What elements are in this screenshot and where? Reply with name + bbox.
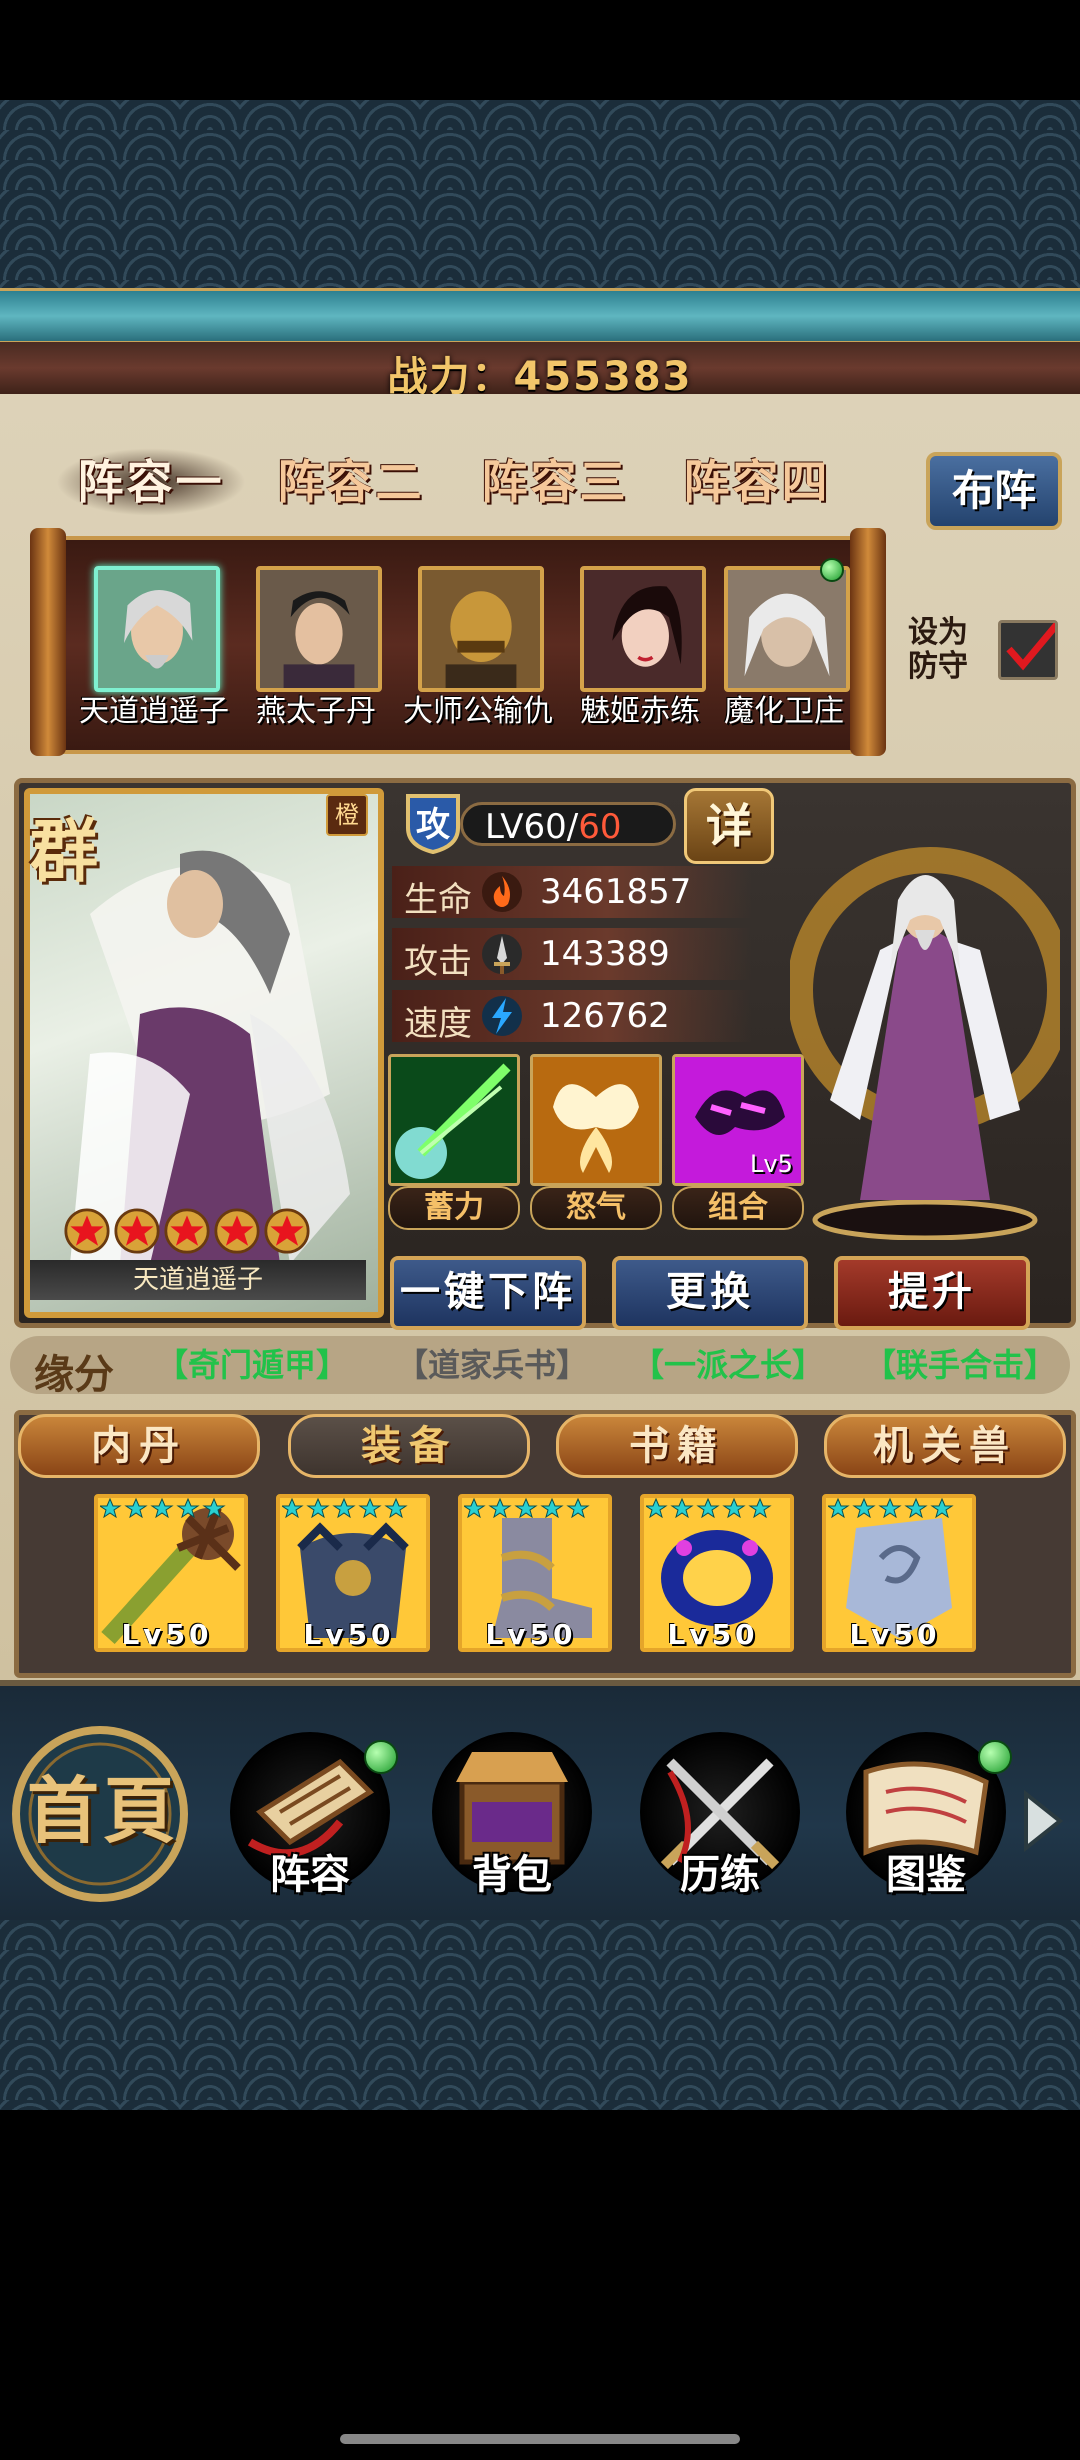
top-wave-background xyxy=(0,100,1080,290)
sword-icon xyxy=(482,934,522,974)
hero-card-name: 天道逍遥子 xyxy=(30,1260,366,1300)
skill-label-rage: 怒气 xyxy=(530,1186,662,1230)
star-icon xyxy=(264,1208,310,1254)
equip-stars-icon xyxy=(828,1498,954,1518)
tab-lineup-4[interactable]: 阵容四 xyxy=(662,448,852,516)
stat-value-attack: 143389 xyxy=(540,934,670,974)
equip-stars-icon xyxy=(464,1498,590,1518)
tab-mechanical-beast[interactable]: 机关兽 xyxy=(824,1414,1066,1478)
equip-level-5: Lv50 xyxy=(849,1618,941,1651)
roster-portrait-1[interactable] xyxy=(94,566,220,692)
skill-charge-icon[interactable] xyxy=(388,1054,520,1186)
star-icon xyxy=(64,1208,110,1254)
stat-label-speed: 速度 xyxy=(404,1004,472,1044)
checkmark-icon xyxy=(1006,614,1066,671)
skill-combo-level: Lv5 xyxy=(750,1150,793,1178)
lightning-icon xyxy=(482,996,522,1036)
tab-equipment[interactable]: 装备 xyxy=(288,1414,530,1478)
bond-item-4[interactable]: 【联手合击】 xyxy=(864,1340,1056,1386)
bond-item-2[interactable]: 【道家兵书】 xyxy=(396,1340,588,1386)
replace-button[interactable]: 更换 xyxy=(612,1256,808,1330)
tab-books[interactable]: 书籍 xyxy=(556,1414,798,1478)
roster-name-4: 魅姬赤练 xyxy=(580,694,700,729)
home-indicator[interactable] xyxy=(340,2434,740,2444)
bond-item-1[interactable]: 【奇门遁甲】 xyxy=(156,1340,348,1386)
chevron-right-icon[interactable] xyxy=(1020,1788,1066,1854)
roster-name-1: 天道逍遥子 xyxy=(79,694,229,729)
equip-stars-icon xyxy=(100,1498,226,1518)
stat-label-attack: 攻击 xyxy=(404,942,472,982)
set-defense-label: 设为防守 xyxy=(908,615,968,684)
tab-lineup-2[interactable]: 阵容二 xyxy=(256,448,446,516)
flame-icon xyxy=(482,872,522,912)
equip-stars-icon xyxy=(646,1498,772,1518)
roster-portrait-4[interactable] xyxy=(580,566,706,692)
skill-label-combo: 组合 xyxy=(672,1186,804,1230)
nav-training-label: 历练 xyxy=(680,1851,760,1898)
roster-name-3: 大师公输仇 xyxy=(403,694,553,729)
tab-lineup-1[interactable]: 阵容一 xyxy=(56,448,246,516)
equip-stars-icon xyxy=(282,1498,408,1518)
nav-lineup-notification-dot xyxy=(364,1740,398,1774)
unequip-all-button[interactable]: 一键下阵 xyxy=(390,1256,586,1330)
upgrade-button[interactable]: 提升 xyxy=(834,1256,1030,1330)
star-icon xyxy=(164,1208,210,1254)
hero-level: LV60/60 xyxy=(460,802,676,847)
hero-rarity-badge: 橙 xyxy=(326,794,368,836)
skill-label-charge: 蓄力 xyxy=(388,1186,520,1230)
bond-label: 缘分 xyxy=(34,1351,114,1398)
tab-inner-core[interactable]: 内丹 xyxy=(18,1414,260,1478)
stat-label-hp: 生命 xyxy=(404,880,472,920)
roster-portrait-5[interactable] xyxy=(724,566,850,692)
hero-faction: 群 xyxy=(30,812,99,892)
attack-role-badge-text: 攻 xyxy=(416,805,451,845)
equip-level-4: Lv50 xyxy=(667,1618,759,1651)
nav-backpack-label: 背包 xyxy=(472,1851,552,1898)
stat-value-hp: 3461857 xyxy=(540,872,692,912)
star-icon xyxy=(214,1208,260,1254)
hero-model xyxy=(790,847,1060,1240)
hero-level-current: LV60/ xyxy=(485,807,579,847)
star-icon xyxy=(114,1208,160,1254)
scroll-rod-left xyxy=(30,528,66,756)
home-label: 首頁 xyxy=(26,1768,179,1853)
stat-value-speed: 126762 xyxy=(540,996,670,1036)
nav-codex-notification-dot xyxy=(978,1740,1012,1774)
bottom-wave-background xyxy=(0,1920,1080,2110)
new-notification-dot xyxy=(820,558,844,582)
formation-button[interactable]: 布阵 xyxy=(926,452,1062,530)
tab-lineup-3[interactable]: 阵容三 xyxy=(460,448,650,516)
teal-banner xyxy=(0,288,1080,344)
nav-lineup-label: 阵容 xyxy=(270,1851,350,1898)
nav-codex-label: 图鉴 xyxy=(886,1851,966,1898)
roster-name-5: 魔化卫庄 xyxy=(724,694,844,729)
roster-portrait-3[interactable] xyxy=(418,566,544,692)
skill-rage-icon[interactable] xyxy=(530,1054,662,1186)
hero-detail-button[interactable]: 详 xyxy=(684,788,774,864)
attack-role-badge-icon: 攻 xyxy=(406,794,460,855)
equip-level-3: Lv50 xyxy=(485,1618,577,1651)
set-defense-checkbox[interactable] xyxy=(998,614,1066,680)
roster-name-2: 燕太子丹 xyxy=(256,694,376,729)
equip-level-2: Lv50 xyxy=(303,1618,395,1651)
equip-level-1: Lv50 xyxy=(121,1618,213,1651)
roster-portrait-2[interactable] xyxy=(256,566,382,692)
bond-item-3[interactable]: 【一派之长】 xyxy=(632,1340,824,1386)
hero-level-max: 60 xyxy=(578,807,622,847)
